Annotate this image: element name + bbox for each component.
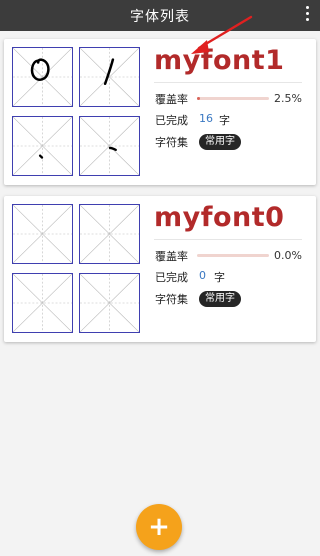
charset-label: 字符集	[155, 136, 188, 149]
coverage-progress-bar	[197, 254, 269, 257]
glyph-cell	[12, 204, 73, 264]
glyph-cell	[12, 273, 73, 333]
add-icon: +	[148, 512, 170, 542]
coverage-value: 0.0%	[274, 249, 302, 262]
glyph-cell	[79, 204, 140, 264]
count-unit: 字	[214, 271, 225, 284]
app-bar: 字体列表	[0, 0, 320, 31]
completed-count: 16	[199, 112, 213, 125]
coverage-value: 2.5%	[274, 92, 302, 105]
glyph-cell	[79, 116, 140, 176]
charset-badge[interactable]: 常用字	[199, 291, 241, 307]
divider	[154, 82, 302, 83]
coverage-progress-fill	[197, 97, 200, 100]
annotation-arrow-icon	[191, 15, 253, 54]
coverage-label: 覆盖率	[155, 250, 188, 263]
add-font-button[interactable]: +	[136, 504, 182, 550]
page-title: 字体列表	[130, 9, 190, 25]
divider	[154, 239, 302, 240]
coverage-progress-bar	[197, 97, 269, 100]
count-unit: 字	[219, 114, 230, 127]
glyph-preview-grid	[12, 47, 140, 177]
font-card-myfont1[interactable]: myfont1 覆盖率 2.5% 已完成 16 字 字符集 常用字	[4, 39, 316, 185]
charset-badge[interactable]: 常用字	[199, 134, 241, 150]
glyph-cell	[79, 47, 140, 107]
more-vert-icon[interactable]	[302, 6, 312, 26]
completed-label: 已完成	[155, 114, 188, 127]
glyph-cell	[12, 47, 73, 107]
completed-count: 0	[199, 269, 206, 282]
charset-label: 字符集	[155, 293, 188, 306]
font-name: myfont0	[154, 202, 285, 233]
font-card-myfont0[interactable]: myfont0 覆盖率 0.0% 已完成 0 字 字符集 常用字	[4, 196, 316, 342]
completed-label: 已完成	[155, 271, 188, 284]
glyph-cell	[12, 116, 73, 176]
coverage-label: 覆盖率	[155, 93, 188, 106]
glyph-cell	[79, 273, 140, 333]
glyph-preview-grid	[12, 204, 140, 334]
